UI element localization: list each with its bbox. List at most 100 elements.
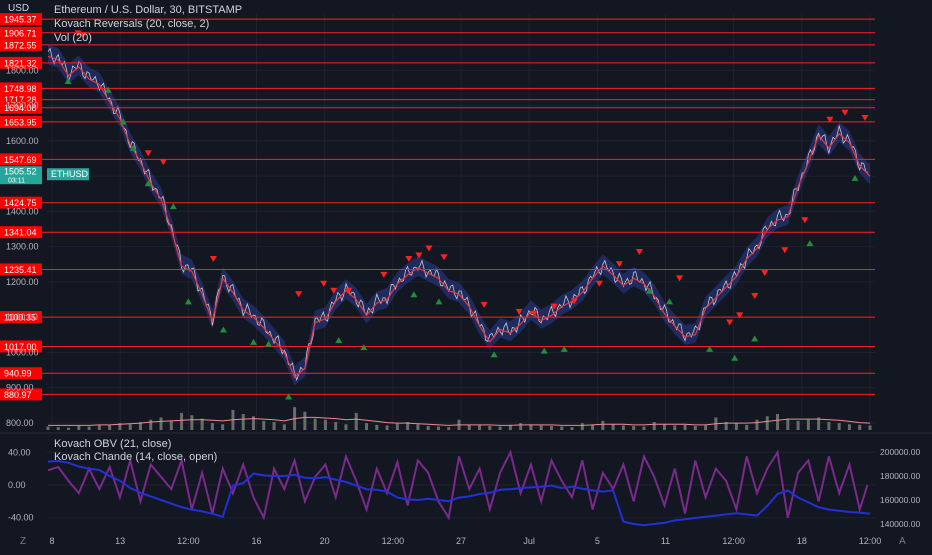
legend-kovach-obv[interactable]: Kovach OBV (21, close)	[54, 437, 171, 451]
volume-bar	[827, 422, 831, 430]
osc-right-tick: 140000.00	[880, 519, 920, 529]
auto-scale-button[interactable]: A	[899, 536, 906, 547]
volume-bar	[580, 423, 584, 430]
volume-bar	[375, 424, 379, 430]
volume-bar	[539, 425, 543, 430]
price-axis-tick: 1400.00	[6, 206, 39, 216]
level-label: 1653.95	[4, 117, 37, 127]
legend-kovach-chande[interactable]: Kovach Chande (14, close, open)	[54, 450, 217, 464]
volume-bar	[313, 418, 317, 430]
osc-right-tick: 160000.00	[880, 495, 920, 505]
legend-volume[interactable]: Vol (20)	[54, 31, 92, 45]
volume-bar	[149, 419, 153, 430]
level-label: 940.99	[4, 369, 32, 379]
volume-bar	[704, 425, 708, 430]
time-axis-tick: 12:00	[382, 536, 405, 546]
level-label: 1906.71	[4, 28, 37, 38]
level-label: 1945.37	[4, 15, 37, 25]
volume-bar	[323, 419, 327, 430]
osc-left-tick: 40.00	[8, 447, 31, 457]
time-axis-tick: 18	[797, 536, 807, 546]
volume-bar	[87, 426, 91, 430]
volume-bar	[488, 426, 492, 430]
volume-bar	[663, 424, 666, 430]
volume-bar	[611, 424, 615, 430]
volume-bar	[190, 415, 194, 430]
volume-bar	[354, 412, 358, 430]
time-axis-tick: Jul	[523, 536, 535, 546]
price-axis-tick: 1700.00	[6, 101, 39, 111]
level-label: 1235.41	[4, 265, 37, 275]
level-label: 1547.69	[4, 155, 37, 165]
volume-bar	[693, 426, 697, 430]
volume-bar	[570, 427, 574, 430]
volume-bar	[673, 425, 677, 430]
time-axis-tick: 5	[595, 536, 600, 546]
volume-bar	[858, 424, 862, 430]
volume-bar	[210, 423, 214, 430]
volume-bar	[344, 424, 348, 430]
volume-bar	[200, 418, 204, 430]
level-label: 1872.55	[4, 40, 37, 50]
volume-bar	[467, 424, 471, 430]
volume-bar	[77, 426, 81, 430]
volume-bar	[334, 422, 338, 430]
chart-background	[0, 0, 932, 550]
volume-bar	[365, 423, 369, 430]
time-axis-tick: 20	[320, 536, 330, 546]
time-axis-tick: 12:00	[859, 536, 882, 546]
price-axis-tick: 1600.00	[6, 136, 39, 146]
osc-left-tick: 0.00	[8, 480, 26, 490]
volume-bar	[262, 420, 266, 430]
volume-bar	[416, 424, 420, 430]
time-axis-tick: 16	[251, 536, 261, 546]
volume-bar	[241, 414, 245, 430]
price-axis-tick: 900.00	[6, 383, 34, 393]
volume-bar	[447, 427, 451, 430]
current-price-value: 1505.52	[4, 167, 37, 177]
volume-bar	[436, 426, 440, 430]
legend-symbol[interactable]: Ethereum / U.S. Dollar, 30, BITSTAMP	[54, 3, 242, 17]
time-axis-tick: 27	[456, 536, 466, 546]
volume-bar	[519, 423, 523, 430]
osc-right-tick: 200000.00	[880, 447, 920, 457]
volume-bar	[221, 424, 225, 430]
volume-bar	[478, 425, 482, 430]
volume-bar	[169, 420, 173, 430]
price-axis-tick: 1200.00	[6, 277, 39, 287]
volume-bar	[868, 425, 872, 430]
volume-bar	[282, 424, 286, 430]
chart-canvas[interactable]: 1945.371906.711872.551821.321748.981717.…	[0, 0, 932, 550]
volume-bar	[108, 425, 112, 430]
volume-bar	[837, 423, 841, 430]
price-axis-tick: 1300.00	[6, 242, 39, 252]
volume-bar	[46, 426, 50, 430]
osc-left-tick: -40.00	[8, 513, 34, 523]
volume-bar	[652, 422, 656, 430]
volume-bar	[642, 426, 646, 430]
volume-bar	[776, 414, 780, 430]
reset-zoom-button[interactable]: Z	[20, 536, 26, 547]
time-axis-tick: 8	[49, 536, 54, 546]
volume-bar	[56, 427, 60, 430]
volume-bar	[128, 424, 132, 430]
volume-bar	[159, 417, 163, 430]
volume-bar	[385, 425, 389, 430]
volume-bar	[683, 424, 687, 430]
trading-chart: 1945.37 1906.71 1872.55 1821.32 1748.98 1717.…	[0, 0, 932, 550]
legend-kovach-reversals[interactable]: Kovach Reversals (20, close, 2)	[54, 17, 209, 31]
current-price-countdown: 03:11	[8, 178, 25, 185]
price-axis-tick: 1100.00	[6, 312, 38, 322]
volume-bar	[395, 423, 399, 430]
volume-bar	[272, 422, 276, 430]
volume-bar	[632, 426, 636, 430]
time-axis-tick: 12:00	[177, 536, 200, 546]
volume-bar	[560, 426, 564, 430]
volume-bar	[796, 420, 800, 430]
price-unit-label: USD	[8, 3, 30, 14]
time-axis-tick: 12:00	[722, 536, 745, 546]
volume-bar	[591, 424, 595, 430]
time-axis-tick: 13	[115, 536, 125, 546]
symbol-tag: ETHUSD	[51, 169, 89, 179]
level-label: 1341.04	[4, 228, 37, 238]
